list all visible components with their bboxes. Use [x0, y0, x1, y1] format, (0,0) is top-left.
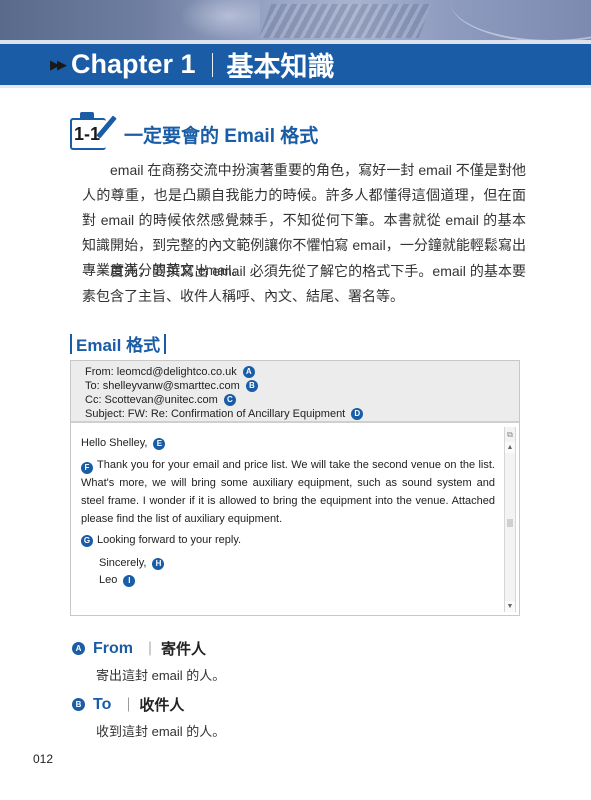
- chapter-underline: [0, 85, 591, 88]
- closing-line: G Looking forward to your reply.: [81, 532, 495, 549]
- section-heading: 1-1 一定要會的 Email 格式: [70, 112, 318, 152]
- scroll-up-icon[interactable]: ▲: [505, 442, 515, 453]
- marker-a-icon: A: [242, 366, 255, 378]
- chapter-banner-photo: [0, 0, 591, 42]
- format-paragraph: 首先，要撰寫出 email 必須先從了解它的格式下手。email 的基本要素包含…: [82, 263, 526, 304]
- hand-image: [180, 0, 260, 40]
- cc-field: Cc: Scottevan@unitec.com C: [85, 393, 519, 407]
- chapter-separator: [211, 52, 213, 77]
- legend-separator: ｜: [121, 696, 136, 713]
- section-title: 一定要會的 Email 格式: [124, 125, 319, 147]
- marker-b-icon: B: [72, 698, 85, 711]
- scroll-down-icon[interactable]: ▼: [505, 601, 515, 612]
- chapter-header: ▶▶ Chapter 1 基本知識: [0, 44, 591, 85]
- heading-bar-left: [70, 333, 72, 354]
- email-format-heading: Email 格式: [70, 331, 167, 356]
- marker-h-icon: H: [152, 557, 165, 570]
- heading-bar-right: [164, 333, 167, 354]
- legend-term-zh: 寄件人: [161, 641, 207, 658]
- chapter-title-zh: 基本知識: [226, 52, 335, 82]
- email-sample-window: From: leomcd@delightco.co.uk A To: shell…: [70, 360, 520, 616]
- to-field: To: shelleyvanw@smarttec.com B: [85, 379, 519, 393]
- marker-d-icon: D: [351, 408, 364, 420]
- from-field: From: leomcd@delightco.co.uk A: [85, 365, 519, 379]
- clipboard-icon: 1-1: [70, 112, 118, 152]
- marker-c-icon: C: [223, 394, 236, 406]
- email-format-title: Email 格式: [76, 336, 161, 355]
- email-body: Hello Shelley, E F Thank you for your ema…: [71, 425, 505, 615]
- sign-off-line: Sincerely, H: [81, 555, 495, 572]
- subject-field: Subject: FW: Re: Confirmation of Ancilla…: [85, 407, 519, 421]
- legend-term-zh: 收件人: [139, 697, 185, 714]
- double-arrow-icon: ▶▶: [50, 56, 67, 72]
- email-header-fields: From: leomcd@delightco.co.uk A To: shell…: [71, 361, 519, 423]
- marker-g-icon: G: [81, 534, 93, 547]
- signature-line: Leo I: [81, 572, 495, 589]
- resize-icon: ⧉: [507, 430, 513, 439]
- legend-description: 收到這封 email 的人。: [96, 724, 226, 739]
- marker-i-icon: I: [123, 574, 136, 587]
- greeting-line: Hello Shelley, E: [81, 435, 495, 452]
- keyboard-image: [258, 4, 432, 38]
- legend-item-from: A From ｜ 寄件人 寄出這封 email 的人。: [72, 638, 225, 684]
- email-scrollbar[interactable]: ⧉ ▲ ▼: [504, 427, 516, 612]
- chapter-title: Chapter 1: [71, 49, 196, 79]
- legend-term: To: [93, 695, 112, 713]
- banner-arc-decoration: [450, 0, 591, 42]
- body-paragraph: F Thank you for your email and price list…: [81, 459, 495, 525]
- legend-separator: ｜: [143, 640, 157, 657]
- page-number: 012: [33, 752, 54, 766]
- scroll-thumb[interactable]: [507, 519, 513, 527]
- marker-b-icon: B: [245, 380, 258, 392]
- marker-a-icon: A: [72, 642, 85, 655]
- legend-description: 寄出這封 email 的人。: [96, 668, 226, 683]
- legend-item-to: B To ｜ 收件人 收到這封 email 的人。: [72, 694, 225, 740]
- legend-term: From: [93, 639, 133, 657]
- marker-f-icon: F: [81, 462, 93, 474]
- marker-e-icon: E: [153, 437, 166, 450]
